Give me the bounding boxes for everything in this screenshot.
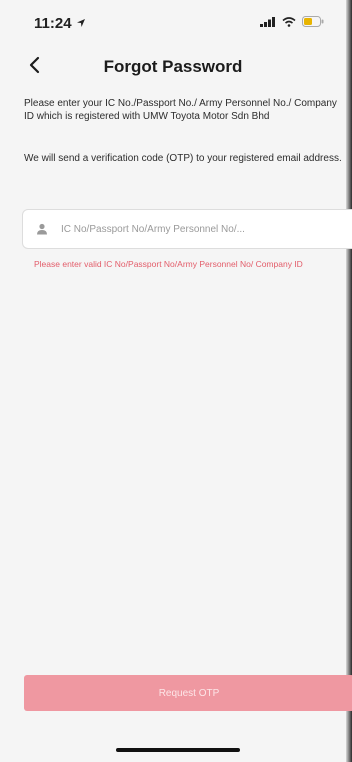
status-icons bbox=[260, 14, 324, 32]
location-arrow-icon bbox=[76, 15, 86, 32]
device-edge bbox=[346, 0, 352, 762]
phone-screen: 11:24 Forgot Password Please enter your … bbox=[0, 0, 352, 762]
otp-info-text: We will send a verification code (OTP) t… bbox=[24, 153, 342, 164]
id-number-field[interactable] bbox=[22, 209, 352, 249]
instruction-text: Please enter your IC No./Passport No./ A… bbox=[24, 98, 337, 122]
user-icon bbox=[35, 222, 49, 236]
status-bar: 11:24 bbox=[0, 0, 346, 46]
status-time-text: 11:24 bbox=[34, 14, 72, 32]
battery-icon bbox=[302, 14, 324, 32]
page-title: Forgot Password bbox=[103, 57, 243, 76]
request-otp-button[interactable]: Request OTP bbox=[24, 675, 352, 711]
wifi-icon bbox=[282, 14, 296, 32]
home-indicator bbox=[116, 748, 240, 752]
id-number-input[interactable] bbox=[61, 223, 321, 235]
status-time: 11:24 bbox=[34, 15, 86, 32]
validation-error: Please enter valid IC No/Passport No/Arm… bbox=[34, 259, 303, 269]
signal-icon bbox=[260, 14, 276, 32]
nav-bar: Forgot Password bbox=[0, 52, 346, 86]
